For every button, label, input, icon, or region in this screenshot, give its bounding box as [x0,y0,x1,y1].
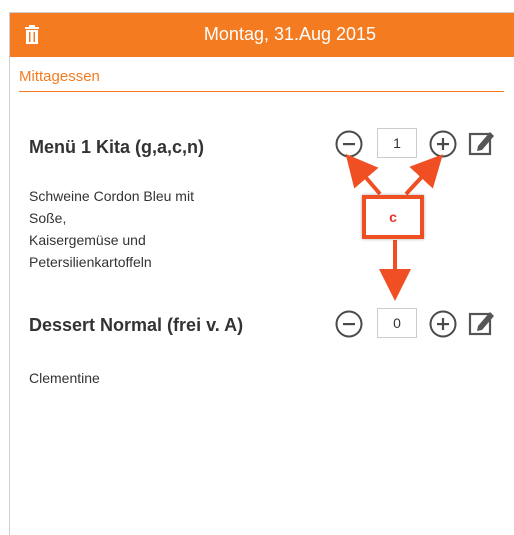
menu-item-description: Clementine [29,370,100,386]
minus-circle-icon[interactable] [335,130,363,158]
plus-circle-icon[interactable] [429,310,457,338]
section-label-mittagessen: Mittagessen [19,68,100,85]
minus-circle-icon[interactable] [335,310,363,338]
menu-item-description: Schweine Cordon Bleu mit Soße, Kaisergem… [29,188,194,270]
annotation-label-box: c [362,195,424,239]
quantity-field[interactable]: 0 [377,308,417,338]
edit-note-icon[interactable] [468,308,496,336]
menu-item-name: Menü 1 Kita (g,a,c,n) [29,137,205,157]
day-title: Montag, 31.Aug 2015 [203,24,377,44]
quantity-field[interactable]: 1 [377,128,417,158]
edit-note-icon[interactable] [468,128,496,156]
day-header: Montag, 31.Aug 2015 [10,13,514,57]
section-divider [19,91,504,92]
menu-item-name: Dessert Normal (frei v. A) [29,315,244,335]
annotation-label: c [389,209,397,225]
plus-circle-icon[interactable] [429,130,457,158]
